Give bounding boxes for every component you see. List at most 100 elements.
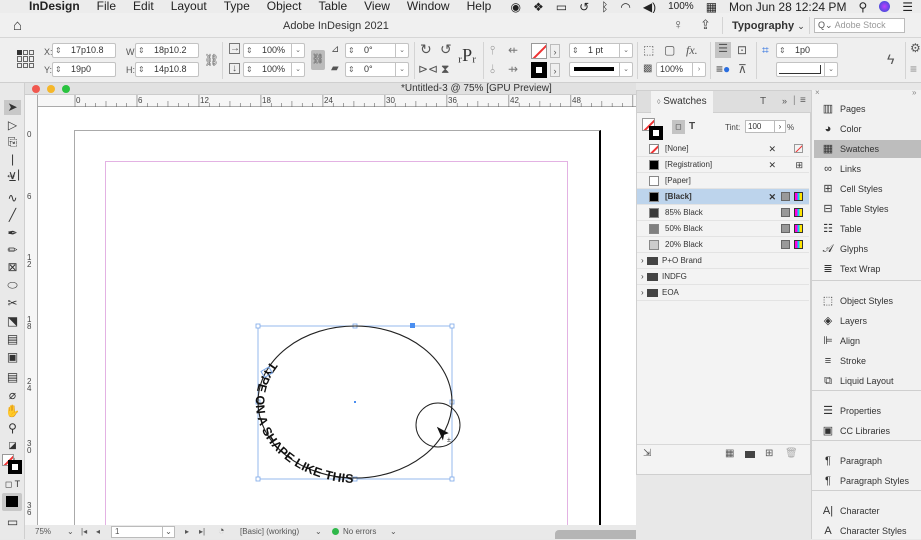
panel-menu-icon[interactable]: ≡	[910, 62, 917, 76]
text-wrap-none-icon[interactable]: ☰	[715, 42, 731, 58]
chevron-down-icon[interactable]: ⌄	[395, 63, 408, 76]
auto-fit-icon[interactable]: ⌗	[762, 43, 769, 57]
dock-item-paragraph[interactable]: ¶ Paragraph	[814, 452, 921, 470]
menu-window[interactable]: Window	[407, 0, 450, 13]
pencil-tool-icon[interactable]: ✏	[4, 243, 21, 258]
tab-swatches[interactable]: ◊ Swatches	[651, 91, 713, 113]
direct-selection-tool-icon[interactable]: ▷	[4, 118, 21, 133]
siri-icon[interactable]	[879, 1, 891, 12]
x-position-field[interactable]: ⇕ 17p10.8	[52, 43, 116, 58]
stepper-icon[interactable]: ⇕	[246, 63, 253, 76]
dock-item-table[interactable]: ☷ Table	[814, 220, 921, 238]
swatch-group-po-brand[interactable]: › P+O Brand	[637, 253, 809, 269]
dock-item-object-styles[interactable]: ⬚ Object Styles	[814, 292, 921, 310]
volume-icon[interactable]: ◀)	[643, 0, 656, 14]
next-page-icon[interactable]: ▸	[185, 527, 189, 536]
time-machine-icon[interactable]: ↺	[579, 0, 589, 14]
dropbox-icon[interactable]: ❖	[533, 0, 544, 14]
quick-apply-icon[interactable]: ϟ	[887, 52, 894, 66]
scissors-tool-icon[interactable]: ✂	[4, 296, 21, 311]
fill-stroke-proxy[interactable]	[2, 454, 22, 474]
scale-x-field[interactable]: ⇕ 100% ⌄	[243, 43, 305, 58]
tab-type-icon[interactable]: T	[760, 96, 766, 107]
dock-item-properties[interactable]: ☰ Properties	[814, 402, 921, 420]
rotate-counterclockwise-icon[interactable]: ↺	[440, 42, 452, 56]
swap-fill-stroke-icon[interactable]: ◪ ↰	[4, 438, 21, 465]
menu-file[interactable]: File	[97, 0, 116, 13]
stepper-icon[interactable]: ⇕	[348, 63, 355, 76]
text-wrap-jump-icon[interactable]: ⊼	[738, 62, 747, 76]
constrain-proportions-icon[interactable]: ⛓	[204, 53, 219, 67]
swatch-row-paper[interactable]: [Paper]	[637, 173, 809, 189]
show-swatch-kinds-icon[interactable]: ▦	[725, 448, 734, 459]
gradient-swatch-tool-icon[interactable]: ▤	[4, 332, 21, 347]
swatch-row-registration[interactable]: [Registration] ✕ ⊞	[637, 157, 809, 173]
pen-tool-icon[interactable]: ✒	[4, 226, 21, 241]
stepper-icon[interactable]: ⇕	[138, 63, 145, 76]
horizontal-scrollbar[interactable]	[555, 530, 636, 539]
object-style-dropdown[interactable]: ⌄	[776, 62, 838, 77]
formatting-container-icon[interactable]: ◻	[672, 120, 685, 134]
select-next-icon[interactable]: ⇸	[508, 62, 518, 76]
swatch-row-50-black[interactable]: 50% Black	[637, 221, 809, 237]
stroke-type-dropdown[interactable]: ⌄	[569, 62, 633, 77]
pasteboard[interactable]: TYPE ON A SHAPE LIKE THIS ±	[38, 107, 636, 525]
menu-edit[interactable]: Edit	[133, 0, 154, 13]
rectangle-frame-tool-icon[interactable]: ⊠	[4, 260, 21, 275]
gap-tool-icon[interactable]: |↔|	[4, 152, 21, 181]
vertical-ruler[interactable]: 0 6 1 2 1 8 2 4 3 0 3 6	[25, 95, 38, 525]
spotlight-icon[interactable]: ⚲	[858, 0, 867, 14]
chevron-down-icon[interactable]: ⌄	[395, 44, 408, 57]
line-tool-icon[interactable]: ╱	[4, 208, 21, 223]
container-text-toggle[interactable]: ◻ T	[4, 477, 21, 492]
dock-item-links[interactable]: ∞ Links	[814, 160, 921, 178]
stepper-icon[interactable]: ⇕	[55, 63, 62, 76]
minimize-window-button[interactable]	[47, 85, 55, 93]
page-number-field[interactable]: 1 ⌄	[111, 526, 175, 538]
dock-item-paragraph-styles[interactable]: ¶ Paragraph Styles	[814, 472, 921, 490]
link-scale-icon[interactable]: ⛓	[311, 50, 325, 70]
drop-shadow-frame-icon[interactable]: ⬚	[643, 43, 654, 57]
new-color-group-icon[interactable]	[745, 451, 755, 458]
dock-item-liquid-layout[interactable]: ⧉ Liquid Layout	[814, 372, 921, 390]
dock-item-layers[interactable]: ◈ Layers	[814, 312, 921, 330]
gradient-feather-tool-icon[interactable]: ▣	[4, 350, 21, 365]
battery-percent[interactable]: 100%	[668, 1, 694, 12]
preflight-icon[interactable]: ◔	[218, 525, 225, 537]
menu-help[interactable]: Help	[467, 0, 492, 13]
swatch-group-indfg[interactable]: › INDFG	[637, 269, 809, 285]
corner-options-handle[interactable]	[410, 323, 415, 328]
note-tool-icon[interactable]: ▤	[4, 370, 21, 385]
expand-dock-icon[interactable]: »	[912, 88, 916, 97]
dock-item-table-styles[interactable]: ⊟ Table Styles	[814, 200, 921, 218]
normal-view-mode-icon[interactable]	[2, 493, 22, 511]
first-page-icon[interactable]: |◂	[81, 527, 87, 536]
handle-bottom-left[interactable]	[255, 476, 261, 482]
gear-icon[interactable]: ⚙	[910, 41, 921, 55]
content-collector-icon[interactable]: ⊻	[4, 170, 21, 185]
swatch-row-20-black[interactable]: 20% Black	[637, 237, 809, 253]
screen-mode-icon[interactable]: ▭	[4, 515, 21, 530]
drop-shadow-icon[interactable]: ▢	[664, 43, 675, 57]
chevron-down-icon[interactable]: ⌄	[315, 527, 322, 536]
menu-type[interactable]: Type	[224, 0, 250, 13]
zoom-tool-icon[interactable]: ⚲	[4, 421, 21, 436]
y-position-field[interactable]: ⇕ 19p0	[52, 62, 116, 77]
stepper-icon[interactable]: ⇕	[779, 44, 786, 57]
eyedropper-tool-icon[interactable]: ⌀	[4, 388, 21, 403]
chevron-right-icon[interactable]: ›	[641, 269, 644, 285]
height-field[interactable]: ⇕ 14p10.8	[135, 62, 199, 77]
select-content-icon[interactable]: ⫰	[490, 62, 495, 76]
menu-app-name[interactable]: InDesign	[29, 0, 80, 13]
chevron-right-icon[interactable]: ›	[641, 253, 644, 269]
selection-tool-icon[interactable]: ➤	[4, 100, 21, 115]
effects-fx-icon[interactable]: fx.	[686, 43, 698, 57]
dock-item-cell-styles[interactable]: ⊞ Cell Styles	[814, 180, 921, 198]
home-icon[interactable]: ⌂	[13, 17, 22, 34]
close-dock-icon[interactable]: ×	[815, 88, 820, 97]
preflight-errors[interactable]: No errors	[343, 527, 376, 536]
stepper-icon[interactable]: ⇕	[572, 44, 579, 57]
rotation-field[interactable]: ⇕ 0° ⌄	[345, 43, 409, 58]
new-swatch-icon[interactable]: ⊞	[765, 448, 773, 459]
handle-top-right[interactable]	[449, 323, 455, 329]
